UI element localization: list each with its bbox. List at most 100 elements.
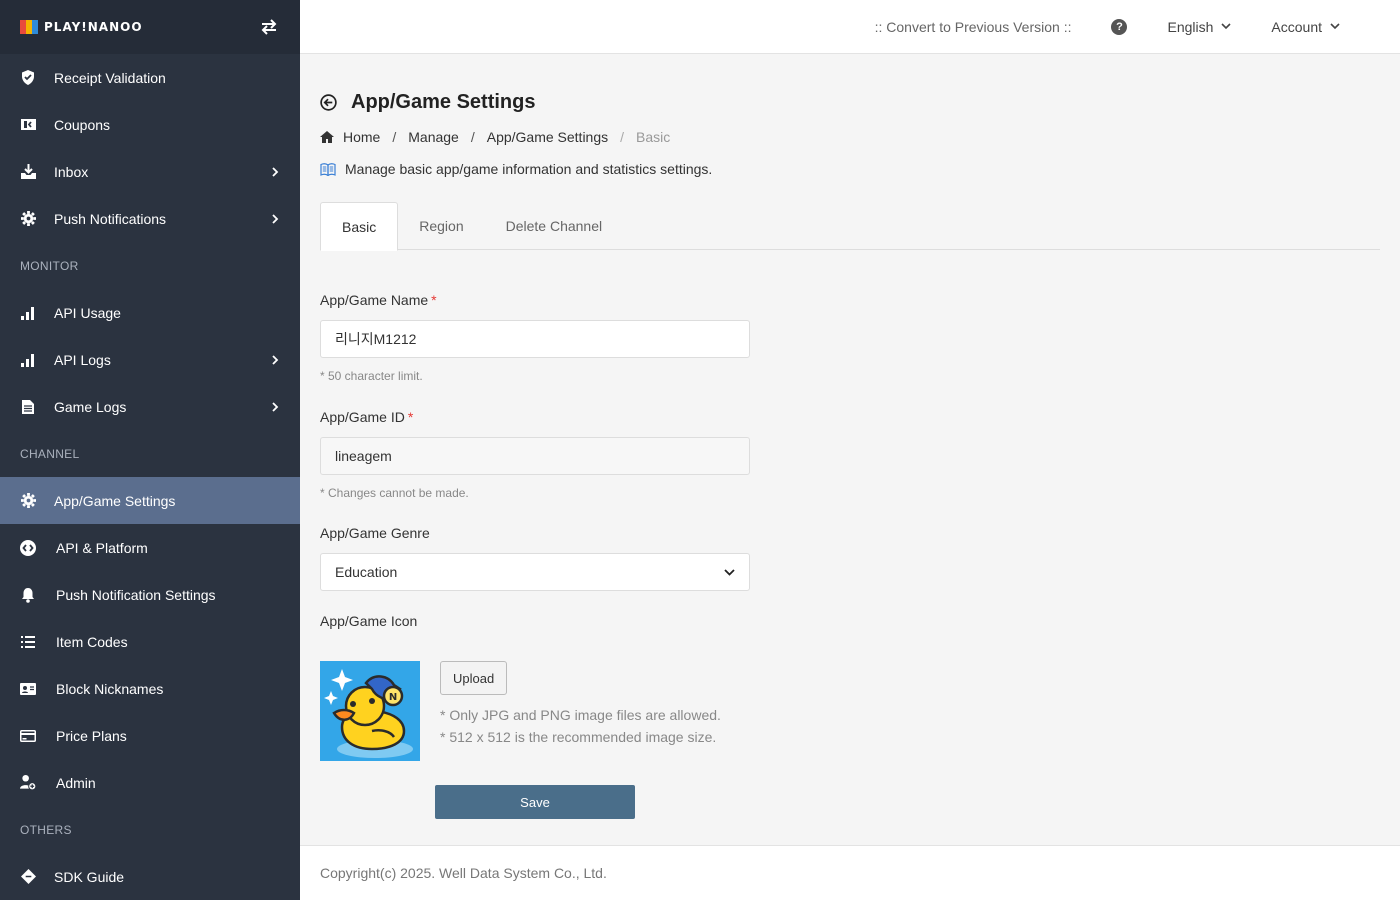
copyright-text: Copyright(c) 2025. Well Data System Co.,… bbox=[320, 865, 607, 881]
breadcrumb-app-game-settings[interactable]: App/Game Settings bbox=[487, 129, 608, 145]
shield-check-icon bbox=[20, 70, 36, 86]
app-icon-label: App/Game Icon bbox=[320, 613, 418, 629]
sidebar-item-label: Push Notification Settings bbox=[56, 586, 216, 603]
sidebar-item-label: API Usage bbox=[54, 304, 121, 321]
app-id-hint: * Changes cannot be made. bbox=[320, 486, 469, 500]
page-title-text: App/Game Settings bbox=[351, 91, 536, 113]
sidebar-item-label: API Logs bbox=[54, 351, 111, 368]
breadcrumb-home[interactable]: Home bbox=[343, 129, 380, 145]
chevron-down-icon bbox=[1221, 23, 1231, 30]
sidebar-item-label: Price Plans bbox=[56, 727, 127, 744]
app-icon-image: N bbox=[320, 661, 420, 761]
tab-bar: Basic Region Delete Channel bbox=[320, 202, 1380, 251]
sidebar-item-label: API & Platform bbox=[56, 539, 148, 556]
app-name-label: App/Game Name * bbox=[320, 292, 437, 308]
app-genre-value: Education bbox=[335, 564, 398, 580]
credit-card-icon bbox=[20, 728, 36, 744]
language-dropdown[interactable]: English bbox=[1167, 19, 1231, 35]
sidebar-item-api-logs[interactable]: API Logs bbox=[0, 336, 300, 383]
section-title-monitor: MONITOR bbox=[20, 258, 79, 273]
chevron-right-icon bbox=[272, 401, 279, 412]
sidebar-item-label: Receipt Validation bbox=[54, 69, 166, 86]
sidebar-item-coupons[interactable]: Coupons bbox=[0, 101, 300, 148]
breadcrumb-separator: / bbox=[470, 129, 475, 145]
breadcrumb-current: Basic bbox=[636, 129, 671, 145]
section-title-others: OTHERS bbox=[20, 822, 72, 837]
bar-chart-icon bbox=[20, 352, 36, 368]
app-genre-label: App/Game Genre bbox=[320, 525, 430, 541]
back-arrow-icon[interactable] bbox=[320, 94, 337, 111]
sidebar-item-sdk-guide[interactable]: SDK Guide bbox=[0, 853, 300, 900]
page-description: Manage basic app/game information and st… bbox=[320, 161, 712, 177]
save-button[interactable]: Save bbox=[435, 785, 635, 819]
diamond-arrows-icon bbox=[20, 869, 36, 885]
sidebar-item-label: Coupons bbox=[54, 116, 111, 133]
inbox-download-icon bbox=[20, 164, 36, 180]
sidebar-item-label: Game Logs bbox=[54, 398, 127, 415]
section-title-channel: CHANNEL bbox=[20, 446, 80, 461]
chevron-down-icon bbox=[724, 568, 735, 576]
sidebar-item-push-notifications[interactable]: Push Notifications bbox=[0, 195, 300, 242]
app-name-value: 리니지M1212 bbox=[335, 331, 417, 347]
ticket-icon bbox=[20, 117, 36, 133]
tab-basic[interactable]: Basic bbox=[320, 202, 399, 251]
app-id-value: lineagem bbox=[335, 448, 392, 464]
sidebar-item-admin[interactable]: Admin bbox=[0, 759, 300, 806]
sidebar-item-label: Admin bbox=[56, 774, 96, 791]
sidebar-item-app-game-settings[interactable]: App/Game Settings bbox=[0, 477, 300, 524]
sidebar-item-api-usage[interactable]: API Usage bbox=[0, 289, 300, 336]
tab-region[interactable]: Region bbox=[398, 202, 484, 250]
page-description-text: Manage basic app/game information and st… bbox=[345, 161, 713, 177]
app-name-input[interactable]: 리니지M1212 bbox=[320, 320, 750, 358]
account-dropdown[interactable]: Account bbox=[1271, 19, 1340, 35]
main-content: App/Game Settings Home / Manage / App/Ga… bbox=[300, 55, 1400, 845]
sidebar-item-inbox[interactable]: Inbox bbox=[0, 148, 300, 195]
app-name-hint: * 50 character limit. bbox=[320, 369, 423, 383]
help-icon[interactable]: ? bbox=[1111, 18, 1128, 35]
chevron-right-icon bbox=[272, 354, 279, 365]
sidebar-item-item-codes[interactable]: Item Codes bbox=[0, 618, 300, 665]
duck-mascot-icon: N bbox=[320, 661, 420, 761]
convert-version-link[interactable]: :: Convert to Previous Version :: bbox=[875, 19, 1072, 35]
chevron-right-icon bbox=[272, 213, 279, 224]
sidebar-header: PLAY!NANOO bbox=[0, 0, 300, 54]
gear-icon bbox=[20, 211, 36, 227]
home-icon bbox=[320, 131, 334, 143]
required-mark: * bbox=[407, 409, 414, 425]
page-title: App/Game Settings bbox=[320, 91, 535, 114]
breadcrumb-separator: / bbox=[392, 129, 397, 145]
sidebar-item-push-notification-settings[interactable]: Push Notification Settings bbox=[0, 571, 300, 618]
chevron-right-icon bbox=[272, 166, 279, 177]
sidebar-item-label: Item Codes bbox=[56, 633, 128, 650]
svg-text:N: N bbox=[389, 692, 397, 703]
sidebar-item-block-nicknames[interactable]: Block Nicknames bbox=[0, 665, 300, 712]
sidebar-item-label: Inbox bbox=[54, 163, 89, 180]
app-genre-select[interactable]: Education bbox=[320, 553, 750, 591]
sidebar-item-receipt-validation[interactable]: Receipt Validation bbox=[0, 54, 300, 101]
sidebar-item-game-logs[interactable]: Game Logs bbox=[0, 383, 300, 430]
sidebar-item-label: Push Notifications bbox=[54, 210, 167, 227]
sidebar-item-api-platform[interactable]: API & Platform bbox=[0, 524, 300, 571]
sidebar-item-label: App/Game Settings bbox=[54, 492, 176, 509]
book-open-icon bbox=[320, 162, 336, 176]
swap-channel-icon[interactable] bbox=[258, 16, 280, 38]
tab-delete-channel[interactable]: Delete Channel bbox=[485, 202, 624, 250]
user-add-icon bbox=[20, 774, 36, 791]
list-icon bbox=[20, 634, 36, 650]
logo-text: PLAY!NANOO bbox=[44, 20, 143, 34]
app-id-input: lineagem bbox=[320, 437, 750, 475]
gear-icon bbox=[20, 493, 36, 509]
document-icon bbox=[20, 399, 36, 415]
brand-logo[interactable]: PLAY!NANOO bbox=[20, 18, 143, 36]
topbar: :: Convert to Previous Version :: ? Engl… bbox=[300, 0, 1400, 54]
sidebar-item-price-plans[interactable]: Price Plans bbox=[0, 712, 300, 759]
account-label: Account bbox=[1271, 18, 1322, 35]
breadcrumb-manage[interactable]: Manage bbox=[408, 129, 459, 145]
upload-hint-format: * Only JPG and PNG image files are allow… bbox=[440, 707, 721, 723]
app-id-label: App/Game ID * bbox=[320, 409, 413, 425]
upload-hint-size: * 512 x 512 is the recommended image siz… bbox=[440, 729, 717, 745]
sidebar: PLAY!NANOO Receipt Validation Coupons In… bbox=[0, 0, 300, 900]
upload-button[interactable]: Upload bbox=[440, 661, 508, 695]
language-label: English bbox=[1167, 18, 1214, 35]
id-card-icon bbox=[20, 681, 36, 697]
